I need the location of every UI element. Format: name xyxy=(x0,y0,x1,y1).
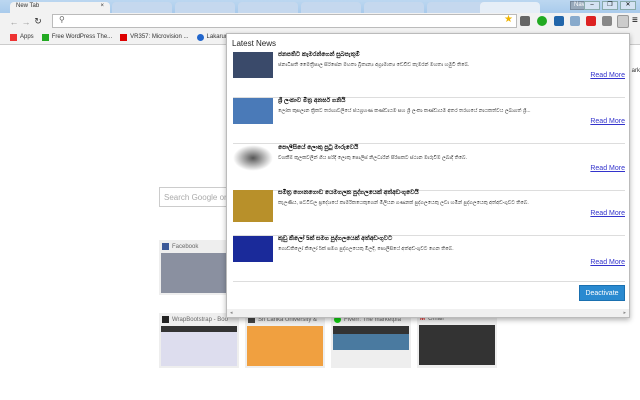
youtube-icon xyxy=(120,33,128,41)
news-thumbnail xyxy=(233,52,273,78)
tab-label: New Tab xyxy=(16,3,40,9)
news-thumbnail xyxy=(233,236,273,262)
maximize-button[interactable]: ❐ xyxy=(602,1,618,10)
news-description: ලෝක කුසලාන ක්‍රිකට් තරඟාවලියේ ජයග්‍රහණ ක… xyxy=(278,108,531,114)
news-description: ගොඩකිලෝ කිලෝ 5ක් සමග පුද්ගලයෙකු මිලදී, ප… xyxy=(278,246,454,252)
flipboard-extension-icon[interactable] xyxy=(586,16,596,26)
news-item: සමිත්‍ර ගොනගොඩ යෙමගලක පුද්ගලයෙක් අත්අඩංග… xyxy=(233,190,625,236)
apps-icon xyxy=(10,33,17,41)
background-tab[interactable] xyxy=(427,2,487,13)
read-more-link[interactable]: Read More xyxy=(590,259,625,266)
read-more-link[interactable]: Read More xyxy=(590,210,625,217)
menu-icon[interactable]: ≡ xyxy=(632,15,638,26)
reload-icon[interactable]: ↻ xyxy=(32,16,44,27)
site-icon xyxy=(162,316,169,323)
toolbar: ← → ↻ ⚲ ★ ≡ xyxy=(0,13,640,30)
extension-icon[interactable] xyxy=(602,16,612,26)
tile-label: WrapBootstrap - Boo xyxy=(172,316,228,323)
background-tab[interactable] xyxy=(364,2,424,13)
background-tab[interactable] xyxy=(238,2,298,13)
tile-label: Facebook xyxy=(172,243,199,250)
bookmark-star-icon[interactable]: ★ xyxy=(504,14,513,25)
background-tab[interactable] xyxy=(112,2,172,13)
news-item: ශ්‍රී ලංකාව මිත්‍ර අනර්ඝ ගනියි ලෝක කුසලාන… xyxy=(233,98,625,144)
facebook-icon xyxy=(162,243,169,250)
omnibox[interactable]: ⚲ xyxy=(52,14,517,28)
background-tab[interactable] xyxy=(301,2,361,13)
news-extension-icon[interactable] xyxy=(617,15,629,28)
news-title: පොලීසියේ ලොකු පුටු මාරුවෙයි xyxy=(278,145,359,151)
news-title: ජනපතිට කැමරන්ගෙන් සුබපැතුම් xyxy=(278,52,360,58)
bookmark-item[interactable]: Free WordPress The... xyxy=(41,33,113,41)
news-item: ජනපතිට කැමරන්ගෙන් සුබපැතුම් ජනාධිපති මෛත්… xyxy=(233,52,625,98)
bookmark-apps[interactable]: Apps xyxy=(10,33,34,41)
extension-icon[interactable] xyxy=(554,16,564,26)
site-icon xyxy=(196,33,204,41)
camera-extension-icon[interactable] xyxy=(570,16,580,26)
hangouts-extension-icon[interactable] xyxy=(537,16,547,26)
news-thumbnail xyxy=(233,98,273,124)
search-icon: ⚲ xyxy=(59,15,65,24)
news-thumbnail xyxy=(233,145,273,171)
read-more-link[interactable]: Read More xyxy=(590,118,625,125)
read-more-link[interactable]: Read More xyxy=(590,72,625,79)
news-title: සමිත්‍ර ගොනගොඩ යෙමගලක පුද්ගලයෙක් අත්අඩංග… xyxy=(278,190,419,196)
background-tab[interactable] xyxy=(175,2,235,13)
tab-new-tab[interactable]: New Tab × xyxy=(10,2,110,13)
bookmark-label: VR357: Microvision ... xyxy=(130,34,189,40)
scroll-right-icon[interactable]: ▸ xyxy=(623,310,626,316)
news-title: කුඩු කිලෝ 5ක් සමග පුද්ගලයෙක් අත්අඩංගුවට xyxy=(278,236,393,242)
news-item: පොලීසියේ ලොකු පුටු මාරුවෙයි වගකීම් කුලකවල… xyxy=(233,145,625,191)
back-icon[interactable]: ← xyxy=(8,17,20,27)
extension-icon[interactable] xyxy=(520,16,530,26)
horizontal-scrollbar[interactable]: ◂ ▸ xyxy=(227,309,629,317)
news-description: ජනාධිපති මෛත්‍රීපාල සිරිසේන මහතා බ්‍රිතා… xyxy=(278,62,470,68)
most-visited-tile[interactable]: Facebook xyxy=(159,240,229,295)
popup-heading: Latest News xyxy=(232,39,277,48)
read-more-link[interactable]: Read More xyxy=(590,165,625,172)
tab-close-icon[interactable]: × xyxy=(100,3,104,9)
news-title: ශ්‍රී ලංකාව මිත්‍ර අනර්ඝ ගනියි xyxy=(278,98,346,104)
bookmark-label: Apps xyxy=(20,34,34,40)
bookmark-label: Free WordPress The... xyxy=(51,34,113,40)
bookmark-label[interactable]: ark xyxy=(632,68,640,74)
news-thumbnail xyxy=(233,190,273,222)
close-window-button[interactable]: ✕ xyxy=(620,1,636,10)
minimize-button[interactable]: – xyxy=(584,1,600,10)
bookmark-item[interactable]: VR357: Microvision ... xyxy=(120,33,189,41)
most-visited-tile[interactable]: M Gmail xyxy=(417,313,497,368)
most-visited-tile[interactable]: Fiverr: The marketpla xyxy=(331,313,411,368)
news-description: වගකීම් කුලකවලින් ගිය පරිදි ලොකු පොලිස් න… xyxy=(278,155,468,161)
news-description: කැලණිය, පට්ටිවල ප්‍රදේශයේ කාර්මිකයෙකුගෙන… xyxy=(278,200,529,206)
background-tab[interactable] xyxy=(480,2,540,13)
title-bar: New Tab× Navodh –❐✕ xyxy=(0,0,640,13)
deactivate-button[interactable]: Deactivate xyxy=(579,285,625,301)
most-visited-tile[interactable]: WrapBootstrap - Boo xyxy=(159,313,239,368)
site-icon xyxy=(41,33,49,41)
most-visited-tile[interactable]: Sri Lanka University & xyxy=(245,313,325,368)
forward-icon[interactable]: → xyxy=(20,17,32,27)
scroll-left-icon[interactable]: ◂ xyxy=(230,310,233,316)
latest-news-popup: Latest News ජනපතිට කැමරන්ගෙන් සුබපැතුම් ජ… xyxy=(226,33,630,318)
news-item: කුඩු කිලෝ 5ක් සමග පුද්ගලයෙක් අත්අඩංගුවට ග… xyxy=(233,236,625,282)
